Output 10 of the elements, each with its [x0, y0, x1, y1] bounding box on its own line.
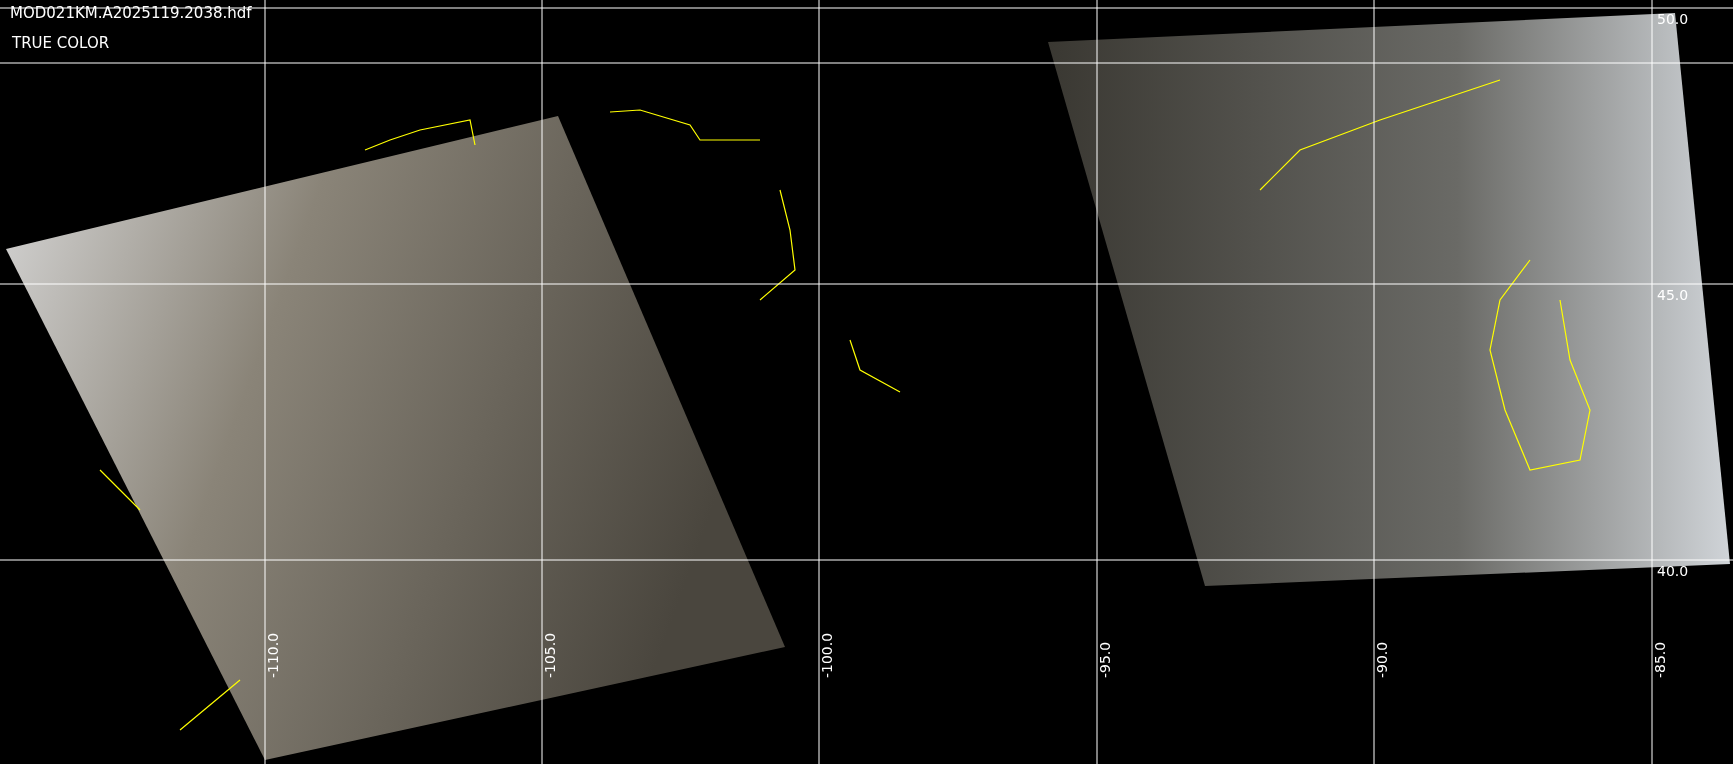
product-label: TRUE COLOR	[12, 34, 110, 53]
latitude-label: 40.0	[1657, 564, 1689, 578]
longitude-label: -90.0	[1375, 641, 1389, 678]
longitude-label: -100.0	[820, 632, 834, 678]
latitude-label: 45.0	[1657, 288, 1689, 302]
longitude-label: -110.0	[266, 632, 280, 678]
longitude-label: -85.0	[1653, 641, 1667, 678]
file-name: MOD021KM.A2025119.2038.hdf	[10, 4, 252, 23]
longitude-label: -105.0	[543, 632, 557, 678]
longitude-label: -95.0	[1098, 641, 1112, 678]
